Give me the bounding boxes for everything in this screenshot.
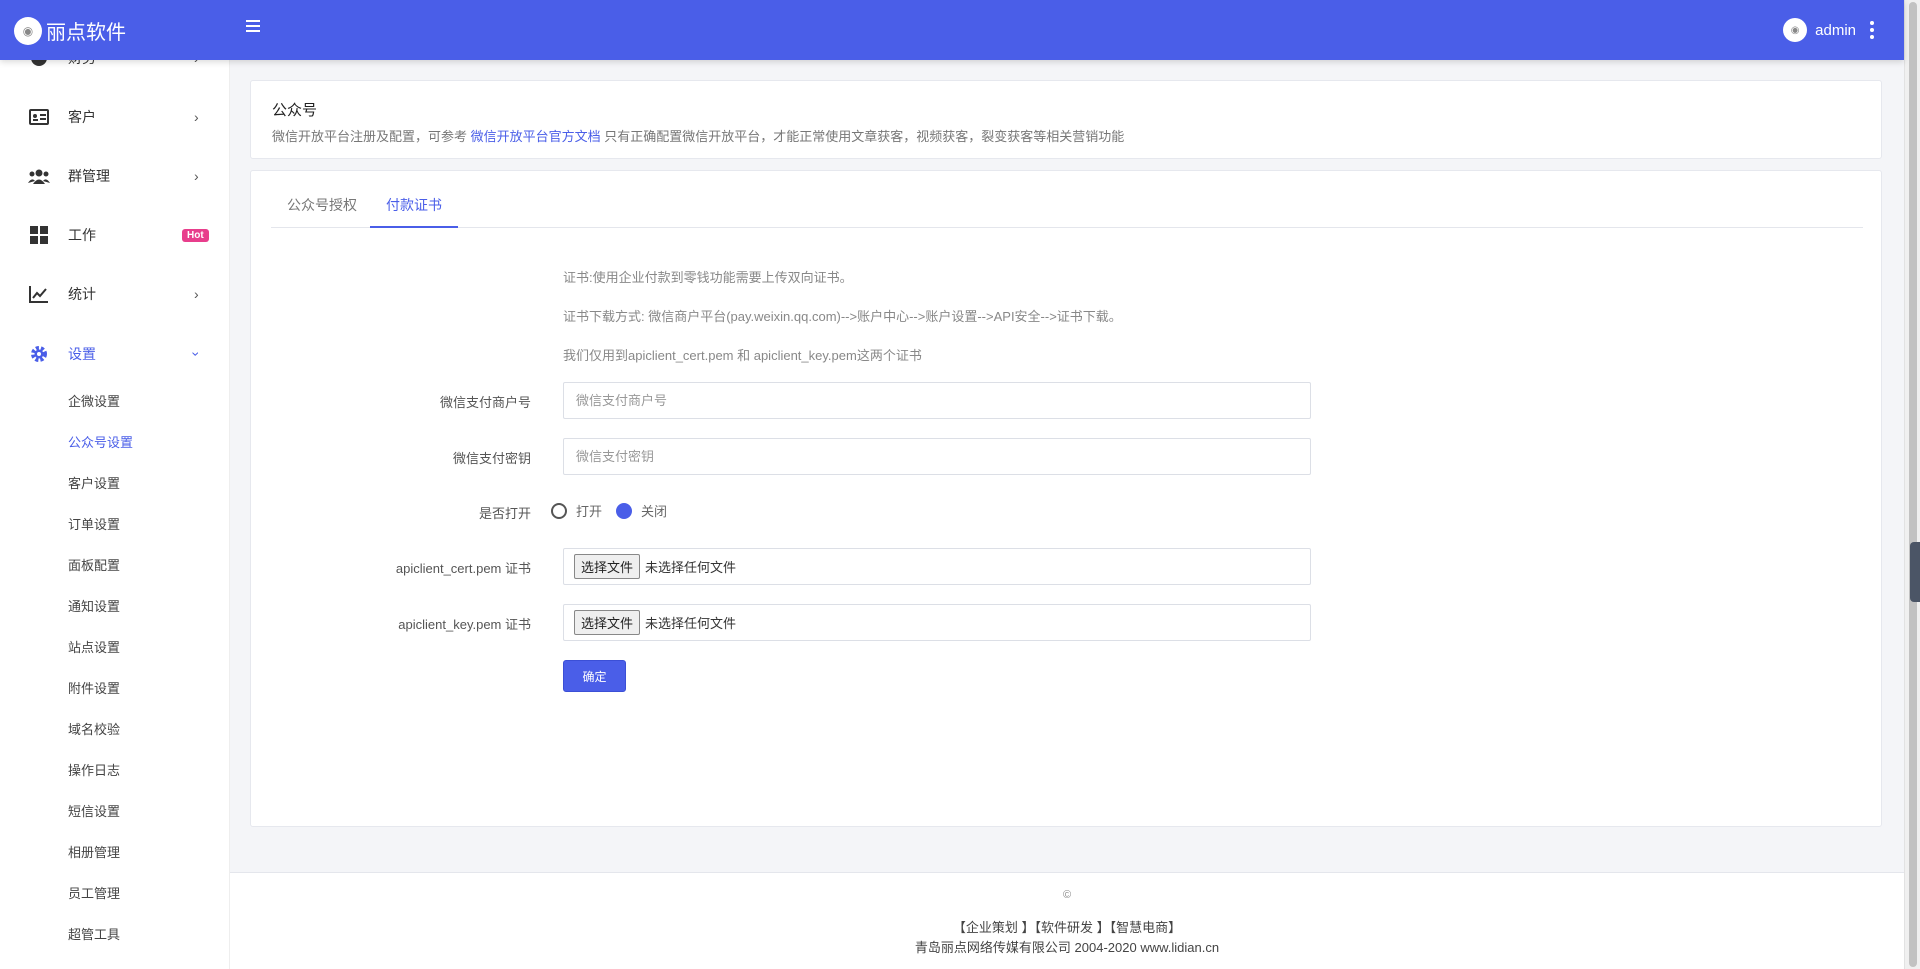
chevron-right-icon: ›: [194, 286, 199, 302]
chevron-right-icon: ›: [194, 60, 199, 66]
sidebar-item-label: 客户: [68, 109, 96, 125]
page-title: 公众号: [272, 102, 318, 119]
description-text: 微信开放平台注册及配置，可参考: [272, 129, 468, 144]
enable-label: 是否打开: [478, 506, 531, 521]
wechat-docs-link[interactable]: 微信开放平台官方文档: [471, 129, 601, 144]
sidebar-item-label: 财务: [68, 60, 96, 68]
tab-payment-certificate[interactable]: 付款证书: [370, 189, 458, 228]
sub-item-order-settings[interactable]: 订单设置: [68, 514, 120, 533]
sub-item-panel-config[interactable]: 面板配置: [68, 555, 120, 574]
radio-off[interactable]: [616, 502, 633, 519]
sub-item-sms-settings[interactable]: 短信设置: [68, 801, 120, 820]
sidebar-item-finance[interactable]: 财务 ›: [0, 60, 229, 78]
sub-item-attachment-settings[interactable]: 附件设置: [68, 678, 120, 697]
company-info: 青岛丽点网络传媒有限公司 2004-2020 www.lidian.cn: [914, 940, 1220, 955]
cert-file-status: 未选择任何文件: [645, 560, 737, 575]
sidebar-item-label: 群管理: [68, 168, 110, 184]
radio-on-label[interactable]: 打开: [576, 501, 602, 520]
sub-item-staff-management[interactable]: 员工管理: [68, 883, 120, 902]
sub-item-operation-log[interactable]: 操作日志: [68, 760, 120, 779]
user-menu[interactable]: ◉ admin: [1783, 18, 1874, 42]
scrollbar-thumb[interactable]: [1909, 2, 1917, 967]
side-drawer-handle[interactable]: [1910, 542, 1920, 602]
menu-toggle-icon[interactable]: [246, 20, 260, 34]
page-header-card: 公众号 微信开放平台注册及配置，可参考 微信开放平台官方文档 只有正确配置微信开…: [250, 80, 1882, 159]
sub-item-site-settings[interactable]: 站点设置: [68, 637, 120, 656]
cert-file-label: apiclient_cert.pem 证书: [395, 561, 531, 576]
finance-icon: [28, 60, 50, 67]
sub-item-wecom-settings[interactable]: 企微设置: [68, 391, 120, 410]
sidebar: 财务 › 客户 › 群管理 › 工作 Hot 统计 › 设置 › 企微: [0, 60, 230, 969]
sidebar-item-label: 统计: [68, 286, 96, 302]
chevron-down-icon: ›: [188, 351, 205, 357]
radio-off-label[interactable]: 关闭: [641, 501, 667, 520]
sub-item-admin-tools[interactable]: 超管工具: [68, 924, 120, 943]
footer: © 【企业策划 】【软件研发 】【智慧电商】 青岛丽点网络传媒有限公司 2004…: [230, 872, 1904, 969]
sidebar-item-label: 工作: [68, 227, 96, 243]
avatar: ◉: [1783, 18, 1808, 42]
logo-icon: ◉: [14, 16, 42, 45]
sub-item-official-account-settings[interactable]: 公众号设置: [68, 432, 133, 451]
certificate-note: 证书:使用企业付款到零钱功能需要上传双向证书。: [563, 270, 853, 285]
page-description: 微信开放平台注册及配置，可参考 微信开放平台官方文档 只有正确配置微信开放平台，…: [272, 126, 1124, 145]
top-navbar: ◉ 丽点软件 ◉ admin: [0, 0, 1904, 60]
certificate-usage-note: 我们仅用到apiclient_cert.pem 和 apiclient_key.…: [563, 348, 922, 363]
sub-item-notification-settings[interactable]: 通知设置: [68, 596, 120, 615]
sidebar-item-groups[interactable]: 群管理 ›: [0, 156, 229, 196]
key-file-input: 选择文件 未选择任何文件: [563, 604, 1311, 641]
username: admin: [1815, 21, 1856, 39]
sub-item-domain-verify[interactable]: 域名校验: [68, 719, 120, 738]
settings-card: 公众号授权 付款证书 证书:使用企业付款到零钱功能需要上传双向证书。 证书下载方…: [250, 170, 1882, 827]
brand-name: 丽点软件: [46, 22, 126, 44]
choose-key-file-button[interactable]: 选择文件: [574, 610, 641, 635]
cert-file-input: 选择文件 未选择任何文件: [563, 548, 1311, 585]
key-file-status: 未选择任何文件: [645, 616, 737, 631]
page-scrollbar[interactable]: [1904, 0, 1920, 969]
sidebar-item-work[interactable]: 工作 Hot: [0, 215, 229, 255]
grid-icon: [28, 226, 50, 244]
brand-logo[interactable]: ◉ 丽点软件: [14, 16, 126, 45]
footer-links[interactable]: 【企业策划 】【软件研发 】【智慧电商】: [230, 917, 1904, 936]
submit-button[interactable]: 确定: [563, 660, 626, 692]
id-card-icon: [28, 108, 50, 126]
sidebar-item-settings[interactable]: 设置 ›: [0, 334, 229, 374]
enable-radio-group: 打开 关闭: [551, 501, 681, 520]
chevron-right-icon: ›: [194, 109, 199, 125]
payment-secret-label: 微信支付密钥: [452, 451, 531, 466]
choose-cert-file-button[interactable]: 选择文件: [574, 554, 641, 579]
payment-secret-input[interactable]: [563, 438, 1311, 475]
key-file-label: apiclient_key.pem 证书: [398, 617, 531, 632]
sidebar-item-statistics[interactable]: 统计 ›: [0, 274, 229, 314]
more-vertical-icon[interactable]: [1870, 21, 1874, 39]
users-icon: [28, 167, 50, 185]
sidebar-item-label: 设置: [68, 346, 96, 362]
tab-bar: 公众号授权 付款证书: [271, 189, 1863, 228]
chevron-right-icon: ›: [194, 168, 199, 184]
line-chart-icon: [28, 285, 50, 303]
sub-item-customer-settings[interactable]: 客户设置: [68, 473, 120, 492]
description-text: 只有正确配置微信开放平台，才能正常使用文章获客，视频获客，裂变获客等相关营销功能: [604, 129, 1125, 144]
merchant-id-label: 微信支付商户号: [439, 395, 531, 410]
sub-item-album-management[interactable]: 相册管理: [68, 842, 120, 861]
copyright-symbol: ©: [1062, 889, 1072, 901]
sidebar-item-customers[interactable]: 客户 ›: [0, 97, 229, 137]
tab-authorization[interactable]: 公众号授权: [271, 189, 373, 228]
gear-icon: [28, 345, 50, 363]
radio-on[interactable]: [551, 502, 567, 519]
merchant-id-input[interactable]: [563, 382, 1311, 419]
hot-badge: Hot: [182, 228, 209, 242]
download-instructions-note: 证书下载方式: 微信商户平台(pay.weixin.qq.com)-->账户中心…: [563, 309, 1122, 324]
